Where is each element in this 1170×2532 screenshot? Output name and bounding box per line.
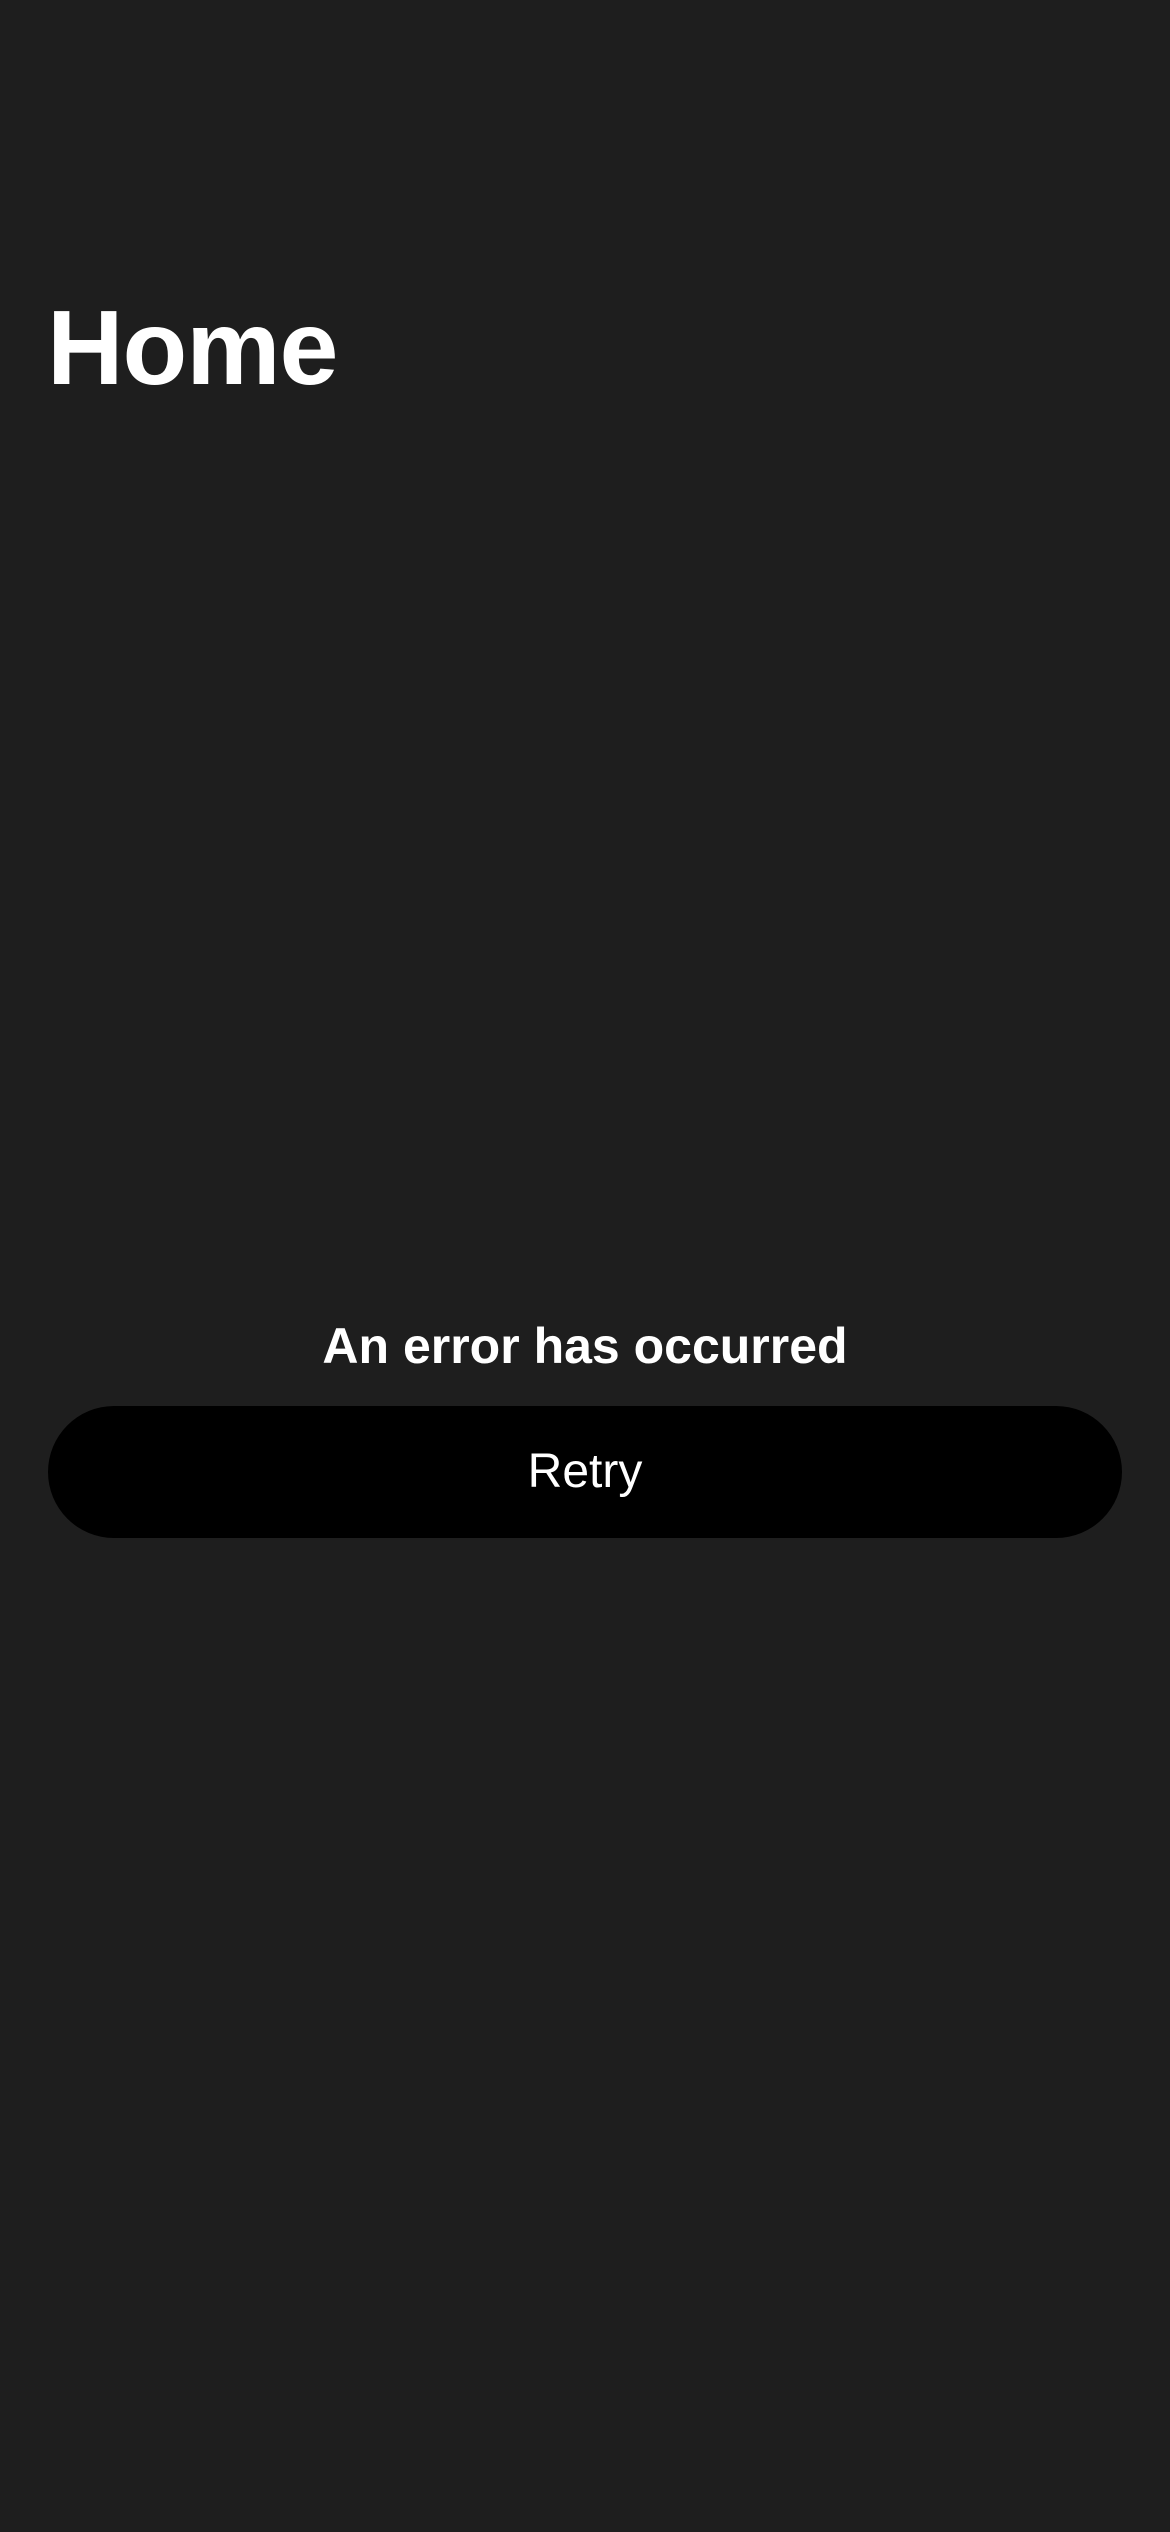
error-state: An error has occurred Retry bbox=[48, 1310, 1122, 1538]
retry-button[interactable]: Retry bbox=[48, 1406, 1122, 1538]
page-title: Home bbox=[47, 289, 339, 407]
home-screen: Home An error has occurred Retry bbox=[0, 0, 1170, 2532]
error-message: An error has occurred bbox=[322, 1318, 848, 1374]
